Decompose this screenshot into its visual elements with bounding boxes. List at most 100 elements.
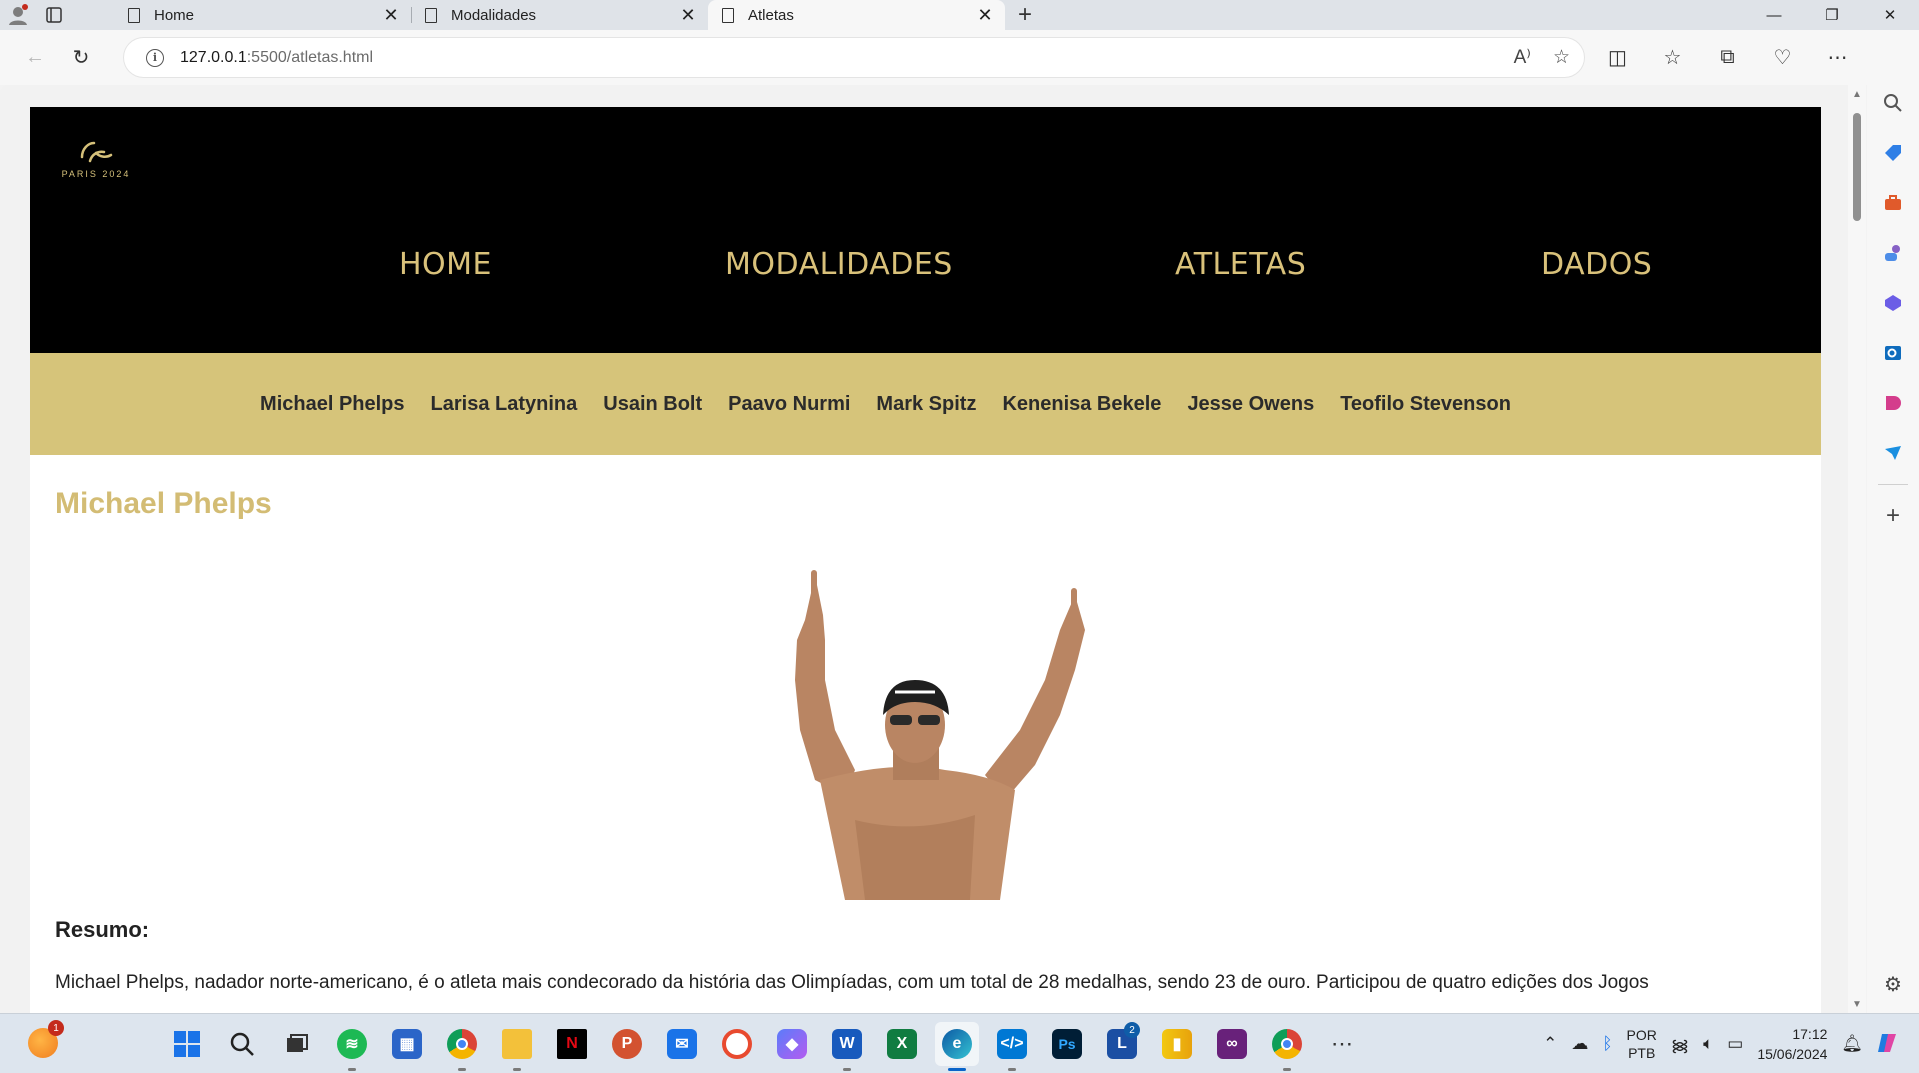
vscode-icon[interactable]: </> xyxy=(990,1022,1034,1071)
sidebar-divider xyxy=(1878,484,1908,485)
wifi-icon[interactable]: ᯼ xyxy=(1671,1033,1689,1056)
document-icon xyxy=(722,7,734,23)
site-info-icon[interactable]: i xyxy=(146,48,164,67)
task-view-icon[interactable] xyxy=(275,1022,319,1066)
onedrive-icon[interactable]: ☁ xyxy=(1571,1034,1588,1054)
powerpoint-icon[interactable]: P xyxy=(605,1022,649,1066)
read-aloud-icon[interactable]: A⁾ xyxy=(1514,46,1531,69)
window-controls: — ❐ ✕ xyxy=(1745,0,1919,30)
page-scrollbar[interactable]: ▲ ▼ xyxy=(1848,85,1866,1013)
scroll-down-icon[interactable]: ▼ xyxy=(1848,995,1866,1013)
back-button[interactable]: ← xyxy=(12,38,58,78)
scroll-thumb[interactable] xyxy=(1853,113,1861,221)
show-hidden-icons-icon[interactable]: ⌃ xyxy=(1543,1034,1557,1054)
browser-essentials-icon[interactable]: ♡ xyxy=(1755,38,1810,78)
nav-home[interactable]: HOME xyxy=(399,247,492,282)
nav-atletas[interactable]: ATLETAS xyxy=(1175,247,1306,282)
browser-app-icon[interactable] xyxy=(715,1022,759,1066)
file-explorer-icon[interactable] xyxy=(495,1022,539,1071)
tab-modalidades[interactable]: Modalidades ✕ xyxy=(411,0,708,30)
scroll-up-icon[interactable]: ▲ xyxy=(1848,85,1866,103)
tab-home[interactable]: Home ✕ xyxy=(114,0,411,30)
word-icon[interactable]: W xyxy=(825,1022,869,1071)
photoshop-icon[interactable]: Ps xyxy=(1045,1022,1089,1066)
athlete-link-jesse-owens[interactable]: Jesse Owens xyxy=(1187,393,1314,416)
mail-icon[interactable]: ✉ xyxy=(660,1022,704,1066)
microsoft-store-icon[interactable]: ▦ xyxy=(385,1022,429,1066)
outlook-icon[interactable] xyxy=(1873,328,1913,378)
spotify-icon[interactable]: ≋ xyxy=(330,1022,374,1071)
athlete-link-paavo-nurmi[interactable]: Paavo Nurmi xyxy=(728,393,850,416)
more-apps-icon[interactable]: ⋯ xyxy=(1320,1022,1364,1066)
close-window-icon[interactable]: ✕ xyxy=(1861,0,1919,30)
athlete-link-larisa-latynina[interactable]: Larisa Latynina xyxy=(431,393,578,416)
close-tab-icon[interactable]: ✕ xyxy=(975,5,995,26)
more-menu-icon[interactable]: ⋯ xyxy=(1810,38,1865,78)
favorite-star-icon[interactable]: ☆ xyxy=(1553,46,1570,69)
battery-icon[interactable]: ▭ xyxy=(1727,1034,1743,1054)
system-tray: ⌃ ☁ ᛒ POR PTB ᯼ 🔈︎ ▭ 17:12 15/06/2024 🔔︎ xyxy=(1543,1014,1899,1073)
language-code: POR xyxy=(1626,1027,1657,1043)
widget-badge: 1 xyxy=(48,1020,64,1036)
games-icon[interactable] xyxy=(1873,228,1913,278)
shopping-tag-icon[interactable] xyxy=(1873,128,1913,178)
taskbar-search-icon[interactable] xyxy=(220,1022,264,1066)
nav-modalidades[interactable]: MODALIDADES xyxy=(725,247,953,282)
tab-title: Home xyxy=(154,6,195,24)
url-path: :5500/atletas.html xyxy=(246,48,374,66)
excel-icon[interactable]: X xyxy=(880,1022,924,1066)
teams-badge: 2 xyxy=(1124,1022,1140,1038)
tools-briefcase-icon[interactable] xyxy=(1873,178,1913,228)
athlete-section: Michael Phelps Resumo: Michael Phelps, n… xyxy=(30,455,1821,993)
new-tab-button[interactable]: + xyxy=(1005,0,1045,30)
split-screen-icon[interactable]: ◫ xyxy=(1590,38,1645,78)
copilot-app-icon[interactable] xyxy=(1873,278,1913,328)
chrome-icon[interactable] xyxy=(440,1022,484,1071)
clock[interactable]: 17:12 15/06/2024 xyxy=(1757,1024,1827,1064)
athlete-link-kenenisa-bekele[interactable]: Kenenisa Bekele xyxy=(1002,393,1161,416)
chrome-profile-icon[interactable] xyxy=(1265,1022,1309,1071)
language-indicator[interactable]: POR PTB xyxy=(1627,1026,1657,1062)
athlete-link-michael-phelps[interactable]: Michael Phelps xyxy=(260,393,405,416)
send-icon[interactable] xyxy=(1873,428,1913,478)
url-field[interactable]: i 127.0.0.1:5500/atletas.html A⁾ ☆ xyxy=(124,38,1584,77)
taskbar-apps: ≋ ▦ N P ✉ ◆ W X e </> Ps L2 ▮ ∞ ⋯ xyxy=(165,1014,1364,1073)
close-tab-icon[interactable]: ✕ xyxy=(678,5,698,26)
tab-actions-icon[interactable] xyxy=(36,0,72,30)
main-navigation: HOME MODALIDADES ATLETAS DADOS xyxy=(30,247,1821,287)
power-bi-icon[interactable]: ▮ xyxy=(1155,1022,1199,1066)
athlete-link-mark-spitz[interactable]: Mark Spitz xyxy=(876,393,976,416)
designer-icon[interactable] xyxy=(1873,378,1913,428)
notifications-bell-icon[interactable]: 🔔︎ xyxy=(1841,1034,1863,1054)
netflix-icon[interactable]: N xyxy=(550,1022,594,1066)
search-icon[interactable] xyxy=(1873,78,1913,128)
visual-studio-icon[interactable]: ∞ xyxy=(1210,1022,1254,1066)
nav-dados[interactable]: DADOS xyxy=(1541,247,1652,282)
favorites-icon[interactable]: ☆ xyxy=(1645,38,1700,78)
restore-icon[interactable]: ❐ xyxy=(1803,0,1861,30)
copilot-taskbar-icon[interactable]: ◆ xyxy=(770,1022,814,1066)
paris-2024-logo[interactable]: PARIS 2024 xyxy=(56,139,136,179)
summary-heading: Resumo: xyxy=(55,917,150,942)
document-icon xyxy=(425,7,437,23)
website: PARIS 2024 HOME MODALIDADES ATLETAS DADO… xyxy=(30,107,1821,1013)
copilot-tray-icon[interactable] xyxy=(1877,1032,1899,1057)
edge-icon[interactable]: e xyxy=(935,1022,979,1071)
start-button[interactable] xyxy=(165,1022,209,1066)
bluetooth-icon[interactable]: ᛒ xyxy=(1602,1034,1612,1054)
tab-atletas[interactable]: Atletas ✕ xyxy=(708,0,1005,30)
weather-widget-icon[interactable]: 1 xyxy=(28,1020,64,1058)
profile-icon[interactable] xyxy=(0,0,36,30)
volume-icon[interactable]: 🔈︎ xyxy=(1703,1034,1713,1054)
settings-gear-icon[interactable]: ⚙ xyxy=(1873,959,1913,1009)
athlete-link-usain-bolt[interactable]: Usain Bolt xyxy=(603,393,702,416)
athlete-link-teofilo-stevenson[interactable]: Teofilo Stevenson xyxy=(1340,393,1511,416)
collections-icon[interactable]: ⧉ xyxy=(1700,38,1755,78)
athlete-photo xyxy=(795,570,1085,900)
close-tab-icon[interactable]: ✕ xyxy=(381,5,401,26)
minimize-icon[interactable]: — xyxy=(1745,0,1803,30)
windows-taskbar: 1 ≋ ▦ N P ✉ ◆ W X e </> Ps L2 ▮ ∞ ⋯ ⌃ ☁ … xyxy=(0,1013,1919,1073)
teams-l-icon[interactable]: L2 xyxy=(1100,1022,1144,1066)
refresh-button[interactable]: ↻ xyxy=(58,38,104,78)
add-icon[interactable]: + xyxy=(1873,491,1913,541)
